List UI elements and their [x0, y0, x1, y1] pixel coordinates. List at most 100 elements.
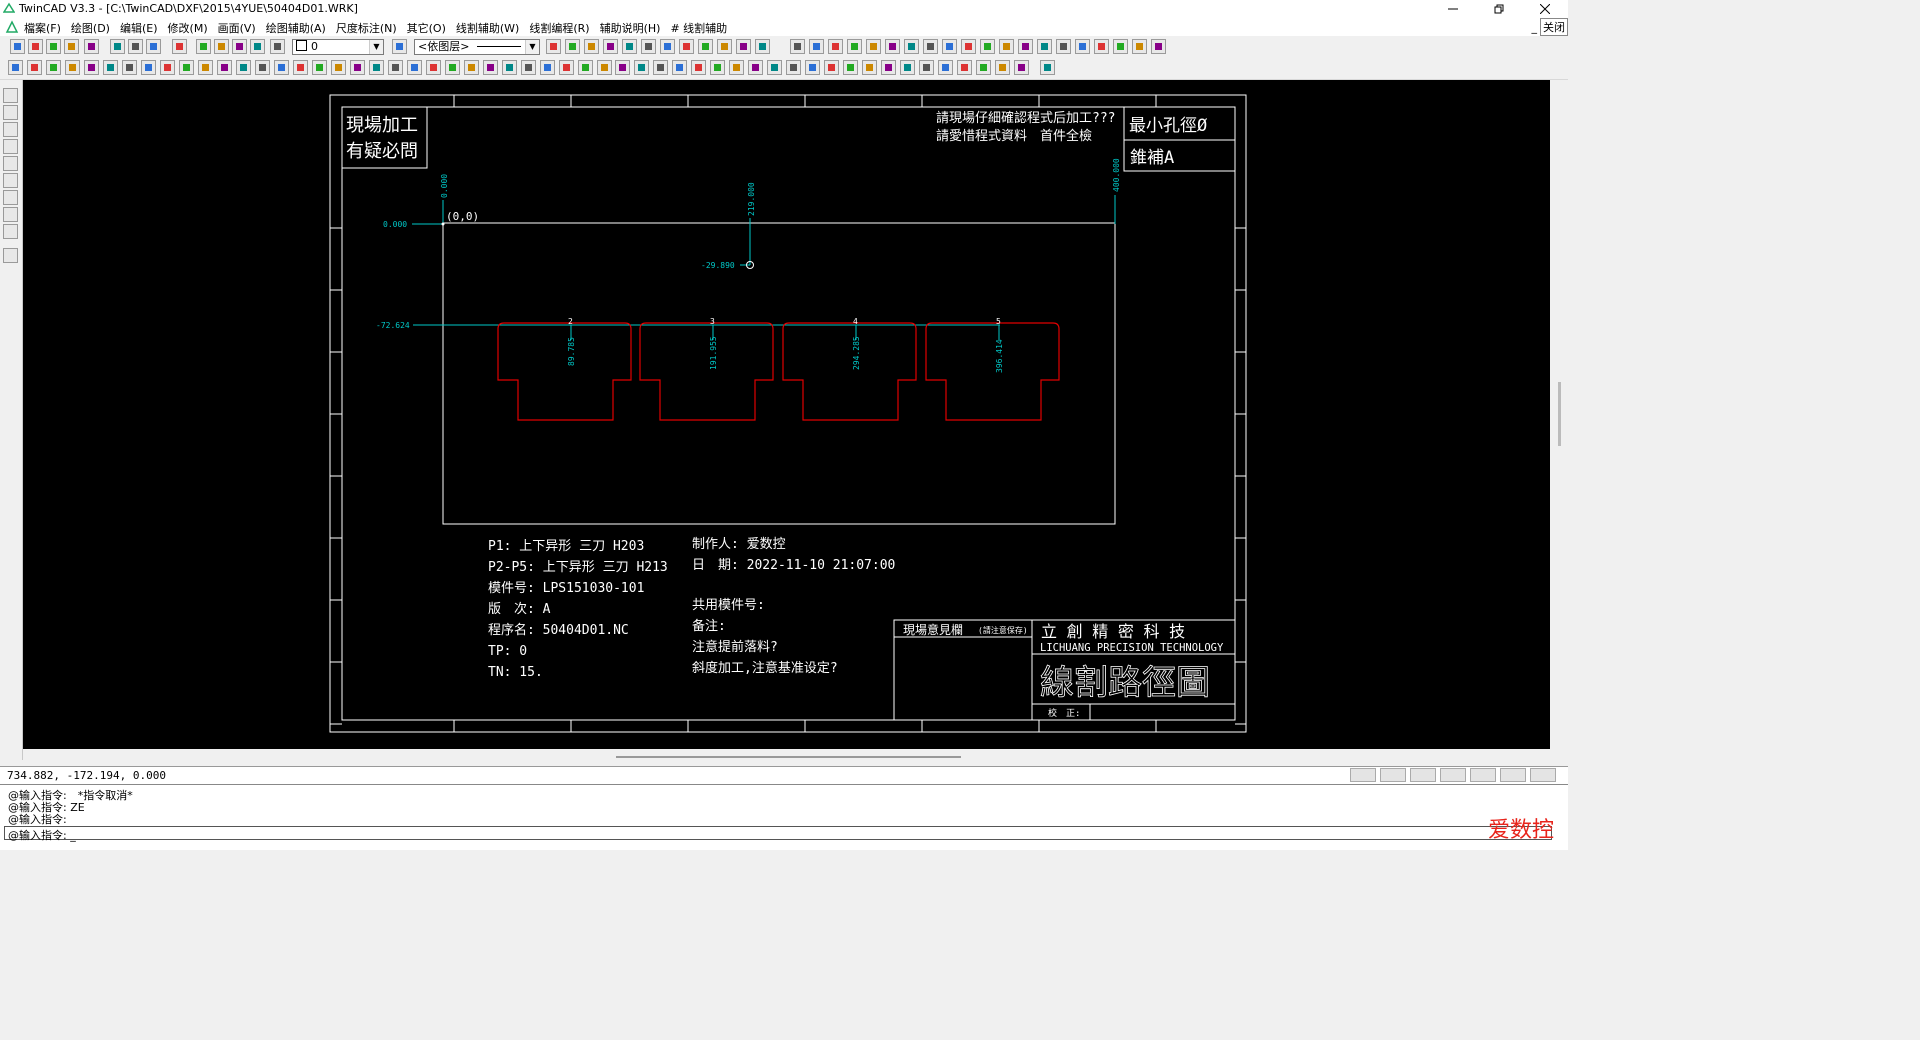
draw-tool-button-27[interactable] — [502, 60, 517, 75]
draw-tool-button-42[interactable] — [786, 60, 801, 75]
tool-button-9[interactable] — [172, 39, 187, 54]
drawing-canvas[interactable]: 現場加工 有疑必問 請現場仔細確認程式后加工??? 請愛惜程式資料 首件全檢 最… — [23, 80, 1550, 749]
menu-file[interactable]: 檔案(F) — [24, 20, 61, 36]
draw-tool-button-7[interactable] — [122, 60, 137, 75]
draw-tool-button-46[interactable] — [862, 60, 877, 75]
tool-button-11[interactable] — [214, 39, 229, 54]
left-tool-button-1[interactable] — [3, 88, 18, 103]
tool-button-45[interactable] — [1113, 39, 1128, 54]
vertical-scroll-thumb[interactable] — [1558, 382, 1561, 446]
document-icon[interactable] — [5, 20, 19, 34]
draw-tool-button-26[interactable] — [483, 60, 498, 75]
layer-select[interactable]: 0 ▼ — [292, 39, 384, 55]
tool-button-33[interactable] — [885, 39, 900, 54]
draw-tool-button-15[interactable] — [274, 60, 289, 75]
menu-view[interactable]: 画面(V) — [218, 20, 256, 36]
tool-button-35[interactable] — [923, 39, 938, 54]
draw-tool-button-5[interactable] — [84, 60, 99, 75]
draw-tool-button-16[interactable] — [293, 60, 308, 75]
draw-tool-button-40[interactable] — [748, 60, 763, 75]
tool-button-19[interactable] — [603, 39, 618, 54]
draw-tool-button-50[interactable] — [938, 60, 953, 75]
tool-button-13[interactable] — [250, 39, 265, 54]
tool-button-6[interactable] — [110, 39, 125, 54]
tool-button-14[interactable] — [270, 39, 285, 54]
tool-button-1[interactable] — [10, 39, 25, 54]
draw-tool-button-32[interactable] — [597, 60, 612, 75]
left-tool-button-9[interactable] — [3, 224, 18, 239]
draw-tool-button-36[interactable] — [672, 60, 687, 75]
menu-draw[interactable]: 绘图(D) — [71, 20, 110, 36]
draw-tool-button-20[interactable] — [369, 60, 384, 75]
paper-toggle[interactable] — [1530, 768, 1556, 782]
draw-tool-button-51[interactable] — [957, 60, 972, 75]
draw-tool-button-39[interactable] — [729, 60, 744, 75]
tool-button-38[interactable] — [980, 39, 995, 54]
tool-button-25[interactable] — [717, 39, 732, 54]
tool-button-28[interactable] — [790, 39, 805, 54]
draw-tool-button-21[interactable] — [388, 60, 403, 75]
close-window-button[interactable] — [1522, 0, 1568, 18]
draw-tool-button-12[interactable] — [217, 60, 232, 75]
draw-tool-button-9[interactable] — [160, 60, 175, 75]
horizontal-scrollbar[interactable] — [23, 750, 1550, 764]
left-tool-button-5[interactable] — [3, 156, 18, 171]
menu-other[interactable]: 其它(O) — [407, 20, 446, 36]
left-tool-button-3[interactable] — [3, 122, 18, 137]
draw-tool-button-34[interactable] — [634, 60, 649, 75]
draw-tool-button-4[interactable] — [65, 60, 80, 75]
polar-toggle[interactable] — [1470, 768, 1496, 782]
tool-button-18[interactable] — [584, 39, 599, 54]
draw-tool-button-37[interactable] — [691, 60, 706, 75]
draw-tool-button-25[interactable] — [464, 60, 479, 75]
menu-wire-program[interactable]: 线割编程(R) — [529, 20, 589, 36]
draw-tool-button-29[interactable] — [540, 60, 555, 75]
draw-tool-button-49[interactable] — [919, 60, 934, 75]
restore-button[interactable] — [1476, 0, 1522, 18]
tool-button-29[interactable] — [809, 39, 824, 54]
left-tool-button-7[interactable] — [3, 190, 18, 205]
draw-tool-button-1[interactable] — [8, 60, 23, 75]
tool-button-3[interactable] — [46, 39, 61, 54]
draw-tool-button-19[interactable] — [350, 60, 365, 75]
tool-button-46[interactable] — [1132, 39, 1147, 54]
draw-tool-button-10[interactable] — [179, 60, 194, 75]
color-select[interactable]: <依图层> ▼ — [414, 39, 540, 55]
draw-tool-button-44[interactable] — [824, 60, 839, 75]
tool-button-36[interactable] — [942, 39, 957, 54]
draw-tool-button-53[interactable] — [995, 60, 1010, 75]
tool-button-21[interactable] — [641, 39, 656, 54]
snap-toggle[interactable] — [1350, 768, 1376, 782]
menu-edit[interactable]: 编辑(E) — [120, 20, 158, 36]
mdi-minimize-button[interactable]: _ — [1529, 21, 1541, 34]
tool-button-15[interactable] — [392, 39, 407, 54]
draw-tool-button-30[interactable] — [559, 60, 574, 75]
draw-tool-button-11[interactable] — [198, 60, 213, 75]
draw-tool-button-31[interactable] — [578, 60, 593, 75]
draw-tool-button-13[interactable] — [236, 60, 251, 75]
draw-tool-button-14[interactable] — [255, 60, 270, 75]
menu-draw-assist[interactable]: 绘图辅助(A) — [266, 20, 326, 36]
left-tool-button-2[interactable] — [3, 105, 18, 120]
draw-tool-button-54[interactable] — [1014, 60, 1029, 75]
tool-button-32[interactable] — [866, 39, 881, 54]
tool-button-26[interactable] — [736, 39, 751, 54]
tool-button-20[interactable] — [622, 39, 637, 54]
vertical-scrollbar[interactable] — [1552, 80, 1568, 749]
tool-button-44[interactable] — [1094, 39, 1109, 54]
left-tool-button-4[interactable] — [3, 139, 18, 154]
mdi-close-button[interactable]: 关闭 — [1540, 18, 1568, 36]
draw-tool-button-6[interactable] — [103, 60, 118, 75]
tool-button-47[interactable] — [1151, 39, 1166, 54]
tool-button-34[interactable] — [904, 39, 919, 54]
tool-button-16[interactable] — [546, 39, 561, 54]
draw-tool-button-23[interactable] — [426, 60, 441, 75]
tool-button-30[interactable] — [828, 39, 843, 54]
menu-help[interactable]: 辅助说明(H) — [600, 20, 661, 36]
grid-toggle[interactable] — [1380, 768, 1406, 782]
tool-button-39[interactable] — [999, 39, 1014, 54]
draw-tool-button-47[interactable] — [881, 60, 896, 75]
left-tool-button-10[interactable] — [3, 248, 18, 263]
menu-modify[interactable]: 修改(M) — [168, 20, 208, 36]
left-tool-button-8[interactable] — [3, 207, 18, 222]
